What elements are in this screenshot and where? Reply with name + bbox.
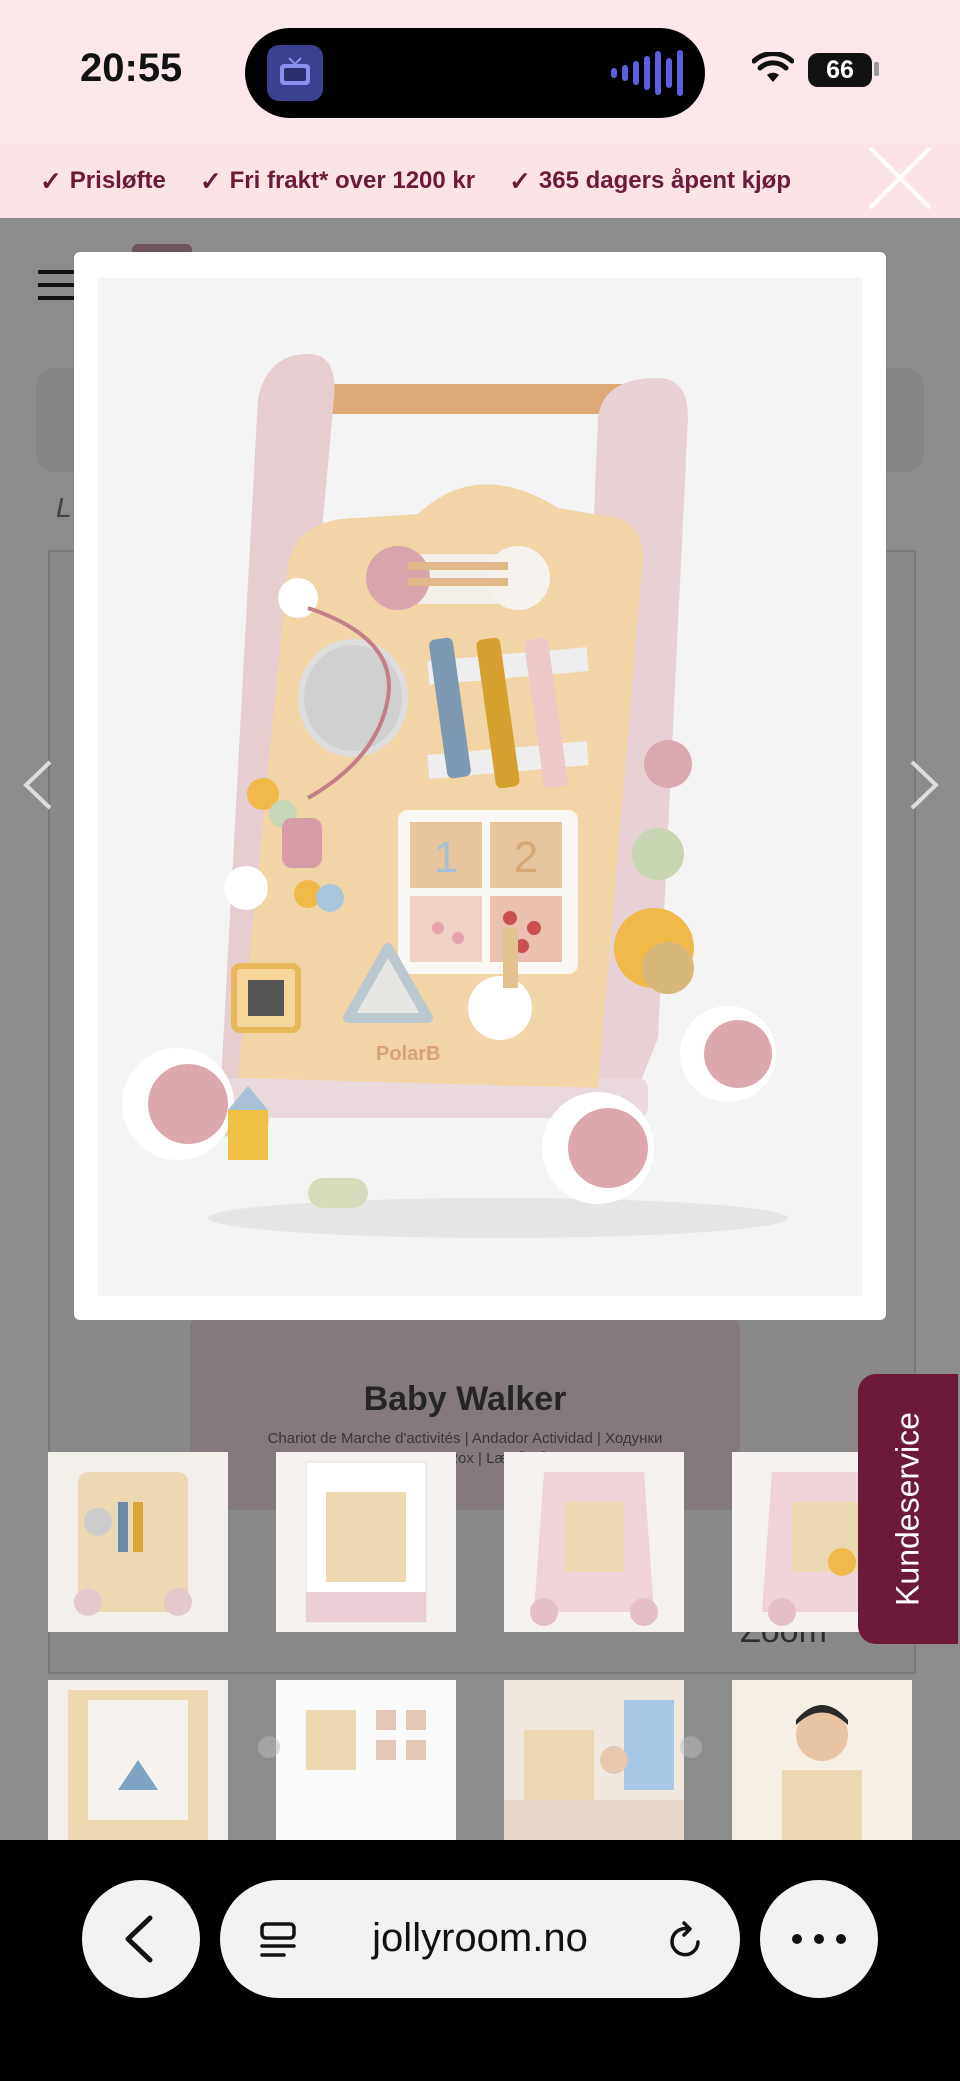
audio-waveform-icon <box>611 50 683 96</box>
url-text: jollyroom.no <box>372 1916 588 1960</box>
gallery-dots <box>258 1736 702 1758</box>
thumbnail[interactable] <box>732 1680 912 1840</box>
close-icon[interactable] <box>866 144 934 212</box>
block-number: 1 <box>434 833 458 882</box>
back-button[interactable] <box>82 1880 200 1998</box>
dot[interactable] <box>258 1736 280 1758</box>
check-icon: ✓ <box>40 165 62 196</box>
battery-indicator: 66 <box>808 53 872 87</box>
browser-toolbar: jollyroom.no <box>0 1840 960 2081</box>
thumbnail[interactable] <box>504 1452 684 1632</box>
battery-tip <box>874 62 879 76</box>
brand-mark: PolarB <box>376 1043 440 1065</box>
dynamic-island[interactable] <box>245 28 705 118</box>
thumbnail[interactable] <box>504 1680 684 1840</box>
promo-item: ✓ 365 dagers åpent kjøp <box>509 165 791 196</box>
more-dots-icon <box>792 1934 846 1944</box>
promo-item: ✓ Prisløfte <box>40 165 166 196</box>
check-icon: ✓ <box>199 165 222 196</box>
lightbox-modal: 1 2 PolarB <box>74 252 886 1320</box>
promo-item: ✓ Fri frakt* over 1200 kr <box>199 165 476 196</box>
chevron-left-icon <box>125 1915 153 1963</box>
check-icon: ✓ <box>509 165 531 196</box>
next-arrow-icon[interactable] <box>904 758 944 812</box>
wifi-icon <box>752 52 794 82</box>
promo-bar: ✓ Prisløfte ✓ Fri frakt* over 1200 kr ✓ 365… <box>0 144 960 218</box>
tv-app-icon <box>267 45 323 101</box>
dot[interactable] <box>680 1736 702 1758</box>
product-image[interactable]: 1 2 PolarB <box>98 278 862 1296</box>
baby-walker-illustration: 1 2 PolarB <box>98 278 862 1296</box>
more-options-button[interactable] <box>760 1880 878 1998</box>
url-bar[interactable]: jollyroom.no <box>220 1880 740 1998</box>
previous-arrow-icon[interactable] <box>18 758 58 812</box>
thumbnail[interactable] <box>48 1452 228 1632</box>
thumbnail[interactable] <box>48 1680 228 1840</box>
reload-icon[interactable] <box>664 1918 708 1962</box>
block-number: 2 <box>514 833 538 882</box>
customer-service-tab[interactable]: Kundeservice <box>858 1374 958 1644</box>
status-time: 20:55 <box>80 46 183 90</box>
thumbnail[interactable] <box>276 1680 456 1840</box>
thumbnail[interactable] <box>276 1452 456 1632</box>
status-bar: 20:55 66 <box>0 0 960 144</box>
